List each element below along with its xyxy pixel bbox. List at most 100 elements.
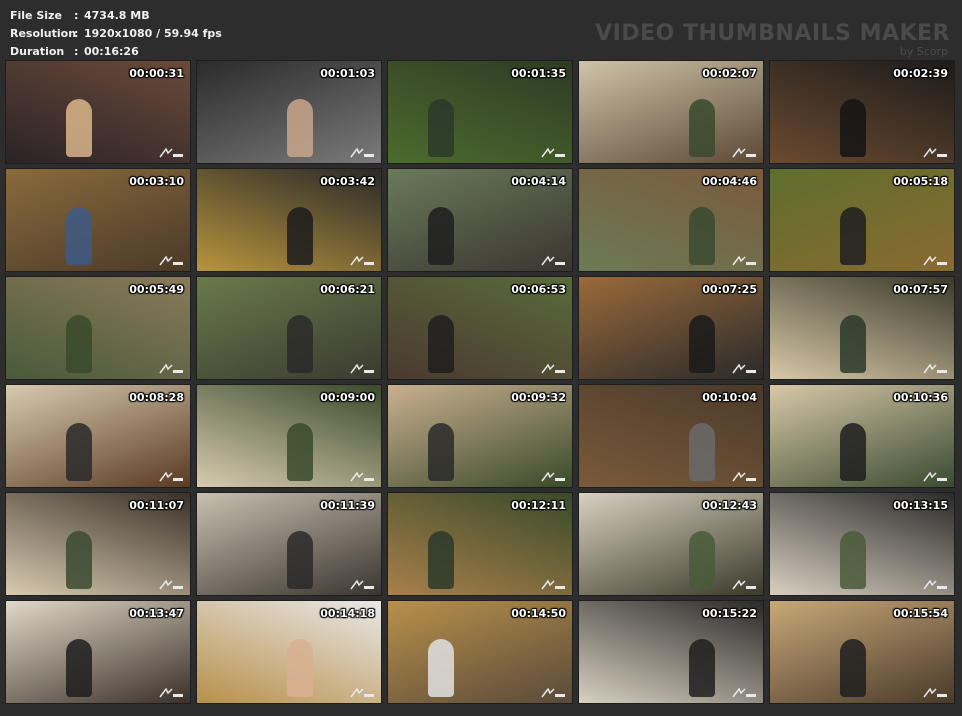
- video-thumbnail[interactable]: 00:00:31: [6, 61, 190, 163]
- video-thumbnail[interactable]: 00:10:04: [579, 385, 763, 487]
- thumbnail-timestamp: 00:09:32: [511, 391, 566, 404]
- person-silhouette: [840, 99, 866, 157]
- studio-logo-icon: [349, 471, 375, 483]
- info-separator: :: [74, 45, 79, 58]
- studio-logo-icon: [922, 255, 948, 267]
- video-thumbnail[interactable]: 00:12:43: [579, 493, 763, 595]
- thumbnail-timestamp: 00:07:25: [702, 283, 757, 296]
- video-thumbnail[interactable]: 00:14:18: [197, 601, 381, 703]
- info-key: Duration: [10, 45, 65, 58]
- info-key: Resolution: [10, 27, 77, 40]
- studio-logo-icon: [349, 147, 375, 159]
- person-silhouette: [840, 315, 866, 373]
- video-thumbnail[interactable]: 00:02:39: [770, 61, 954, 163]
- info-row: Resolution:1920x1080 / 59.94 fps: [10, 25, 222, 43]
- info-row: Duration:00:16:26: [10, 43, 222, 61]
- video-thumbnail[interactable]: 00:07:25: [579, 277, 763, 379]
- video-thumbnail[interactable]: 00:03:10: [6, 169, 190, 271]
- person-silhouette: [689, 639, 715, 697]
- info-row: File Size:4734.8 MB: [10, 7, 222, 25]
- studio-logo-icon: [731, 363, 757, 375]
- video-thumbnail[interactable]: 00:05:49: [6, 277, 190, 379]
- video-thumbnail[interactable]: 00:10:36: [770, 385, 954, 487]
- thumbnail-timestamp: 00:04:14: [511, 175, 566, 188]
- thumbnail-timestamp: 00:12:43: [702, 499, 757, 512]
- thumbnail-timestamp: 00:14:18: [320, 607, 375, 620]
- thumbnail-timestamp: 00:10:04: [702, 391, 757, 404]
- video-thumbnail[interactable]: 00:01:03: [197, 61, 381, 163]
- video-thumbnail[interactable]: 00:14:50: [388, 601, 572, 703]
- video-thumbnail[interactable]: 00:08:28: [6, 385, 190, 487]
- person-silhouette: [689, 99, 715, 157]
- studio-logo-icon: [731, 579, 757, 591]
- video-thumbnail[interactable]: 00:09:00: [197, 385, 381, 487]
- studio-logo-icon: [731, 471, 757, 483]
- thumbnail-timestamp: 00:07:57: [893, 283, 948, 296]
- video-thumbnail[interactable]: 00:09:32: [388, 385, 572, 487]
- thumbnail-timestamp: 00:06:21: [320, 283, 375, 296]
- thumbnail-timestamp: 00:02:07: [702, 67, 757, 80]
- studio-logo-icon: [922, 147, 948, 159]
- video-thumbnail[interactable]: 00:07:57: [770, 277, 954, 379]
- video-thumbnail[interactable]: 00:13:15: [770, 493, 954, 595]
- studio-logo-icon: [349, 579, 375, 591]
- studio-logo-icon: [158, 363, 184, 375]
- studio-logo-icon: [349, 255, 375, 267]
- video-thumbnail[interactable]: 00:15:54: [770, 601, 954, 703]
- studio-logo-icon: [158, 471, 184, 483]
- info-value: 1920x1080 / 59.94 fps: [84, 27, 222, 40]
- thumbnail-timestamp: 00:09:00: [320, 391, 375, 404]
- person-silhouette: [689, 423, 715, 481]
- video-thumbnail[interactable]: 00:15:22: [579, 601, 763, 703]
- video-thumbnail[interactable]: 00:11:39: [197, 493, 381, 595]
- thumbnail-timestamp: 00:12:11: [511, 499, 566, 512]
- studio-logo-icon: [540, 687, 566, 699]
- video-thumbnail[interactable]: 00:02:07: [579, 61, 763, 163]
- video-thumbnail[interactable]: 00:03:42: [197, 169, 381, 271]
- thumbnail-timestamp: 00:03:42: [320, 175, 375, 188]
- person-silhouette: [428, 99, 454, 157]
- video-thumbnail[interactable]: 00:11:07: [6, 493, 190, 595]
- thumbnail-timestamp: 00:06:53: [511, 283, 566, 296]
- studio-logo-icon: [731, 687, 757, 699]
- video-thumbnail[interactable]: 00:13:47: [6, 601, 190, 703]
- person-silhouette: [66, 99, 92, 157]
- thumbnail-timestamp: 00:08:28: [129, 391, 184, 404]
- studio-logo-icon: [540, 255, 566, 267]
- person-silhouette: [840, 207, 866, 265]
- person-silhouette: [840, 531, 866, 589]
- studio-logo-icon: [922, 471, 948, 483]
- person-silhouette: [66, 207, 92, 265]
- video-thumbnail[interactable]: 00:12:11: [388, 493, 572, 595]
- video-thumbnail[interactable]: 00:01:35: [388, 61, 572, 163]
- person-silhouette: [287, 639, 313, 697]
- studio-logo-icon: [922, 363, 948, 375]
- thumbnail-timestamp: 00:05:49: [129, 283, 184, 296]
- video-thumbnail[interactable]: 00:05:18: [770, 169, 954, 271]
- studio-logo-icon: [349, 363, 375, 375]
- studio-logo-icon: [922, 687, 948, 699]
- person-silhouette: [287, 423, 313, 481]
- thumbnail-timestamp: 00:02:39: [893, 67, 948, 80]
- thumbnail-timestamp: 00:15:54: [893, 607, 948, 620]
- thumbnail-timestamp: 00:05:18: [893, 175, 948, 188]
- studio-logo-icon: [158, 579, 184, 591]
- person-silhouette: [428, 423, 454, 481]
- person-silhouette: [689, 531, 715, 589]
- video-thumbnail[interactable]: 00:06:53: [388, 277, 572, 379]
- thumbnail-timestamp: 00:03:10: [129, 175, 184, 188]
- person-silhouette: [287, 315, 313, 373]
- person-silhouette: [66, 423, 92, 481]
- video-thumbnail[interactable]: 00:04:46: [579, 169, 763, 271]
- studio-logo-icon: [540, 579, 566, 591]
- person-silhouette: [428, 531, 454, 589]
- video-thumbnail[interactable]: 00:06:21: [197, 277, 381, 379]
- studio-logo-icon: [158, 687, 184, 699]
- person-silhouette: [428, 315, 454, 373]
- thumbnail-timestamp: 00:15:22: [702, 607, 757, 620]
- thumbnail-grid: 00:00:31 00:01:03 00:01:35 00:02:07 00:02:39…: [6, 61, 954, 703]
- info-separator: :: [74, 27, 79, 40]
- studio-logo-icon: [158, 147, 184, 159]
- video-thumbnail[interactable]: 00:04:14: [388, 169, 572, 271]
- person-silhouette: [66, 315, 92, 373]
